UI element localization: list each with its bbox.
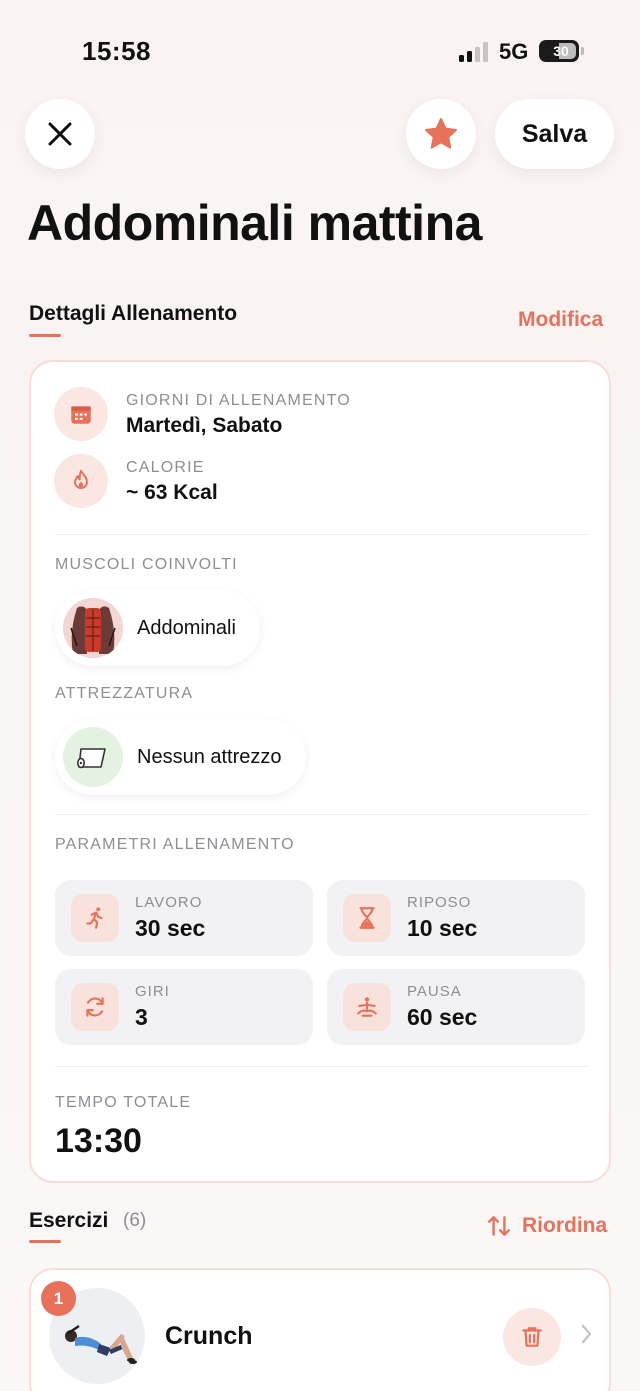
details-section-title: Dettagli Allenamento xyxy=(29,302,238,325)
rounds-caption: GIRI xyxy=(135,983,170,1000)
chevron-right-icon xyxy=(581,1324,592,1344)
favorite-button[interactable] xyxy=(406,99,476,169)
exercises-count: (6) xyxy=(123,1210,147,1231)
divider xyxy=(55,814,587,815)
muscle-chip-label: Addominali xyxy=(137,616,236,639)
exercise-index-badge: 1 xyxy=(41,1281,76,1316)
save-button[interactable]: Salva xyxy=(495,99,614,169)
abs-muscle-image xyxy=(63,598,123,658)
signal-icon xyxy=(459,42,488,62)
battery-tip xyxy=(581,47,584,55)
muscle-chip-abs[interactable]: Addominali xyxy=(55,590,260,666)
details-section-underline xyxy=(29,334,61,337)
equipment-chip-label: Nessun attrezzo xyxy=(137,745,282,768)
hourglass-icon xyxy=(343,894,391,942)
pause-value: 60 sec xyxy=(407,1004,478,1030)
equipment-caption: ATTREZZATURA xyxy=(55,685,194,702)
status-time: 15:58 xyxy=(82,36,151,66)
param-rest: RIPOSO 10 sec xyxy=(327,880,585,956)
divider xyxy=(55,534,587,535)
rest-value: 10 sec xyxy=(407,915,478,941)
exercises-section-title: Esercizi xyxy=(29,1209,109,1232)
divider xyxy=(55,1066,587,1067)
calendar-icon xyxy=(71,406,91,424)
rest-caption: RIPOSO xyxy=(407,894,472,911)
trash-icon xyxy=(522,1327,542,1347)
training-days-value: Martedì, Sabato xyxy=(126,414,283,437)
close-icon xyxy=(48,122,72,146)
calories-caption: CALORIE xyxy=(126,459,205,476)
exercises-section-underline xyxy=(29,1240,61,1243)
rounds-value: 3 xyxy=(135,1004,148,1030)
star-icon xyxy=(425,118,457,149)
total-time-value: 13:30 xyxy=(55,1122,142,1160)
parameters-caption: PARAMETRI ALLENAMENTO xyxy=(55,836,295,853)
pause-caption: PAUSA xyxy=(407,983,462,1000)
muscles-caption: MUSCOLI COINVOLTI xyxy=(55,556,238,573)
edit-link[interactable]: Modifica xyxy=(518,308,603,332)
param-pause: PAUSA 60 sec xyxy=(327,969,585,1045)
training-days-caption: GIORNI DI ALLENAMENTO xyxy=(126,392,351,409)
flame-icon xyxy=(74,469,88,490)
exercise-item[interactable]: Crunch xyxy=(29,1268,611,1391)
delete-exercise-button[interactable] xyxy=(503,1308,561,1366)
meditation-icon xyxy=(343,983,391,1031)
page-title: Addominali mattina xyxy=(27,195,482,251)
battery-level: 30 xyxy=(553,43,569,59)
reorder-label: Riordina xyxy=(522,1214,608,1237)
param-work: LAVORO 30 sec xyxy=(55,880,313,956)
yoga-mat-icon xyxy=(63,727,123,787)
reorder-button[interactable]: Riordina xyxy=(486,1213,607,1239)
status-bar: 15:58 5G 30 xyxy=(0,0,640,100)
close-button[interactable] xyxy=(25,99,95,169)
running-icon xyxy=(71,894,119,942)
work-value: 30 sec xyxy=(135,915,206,941)
exercise-name: Crunch xyxy=(165,1322,253,1350)
calories-icon-wrap xyxy=(54,454,108,508)
details-card: GIORNI DI ALLENAMENTO Martedì, Sabato CA… xyxy=(29,360,611,1183)
repeat-icon xyxy=(71,983,119,1031)
network-type: 5G xyxy=(499,39,529,64)
equipment-chip-none[interactable]: Nessun attrezzo xyxy=(55,719,306,795)
battery-icon: 30 xyxy=(539,40,579,62)
param-rounds: GIRI 3 xyxy=(55,969,313,1045)
calories-value: ~ 63 Kcal xyxy=(126,481,218,504)
total-time-caption: TEMPO TOTALE xyxy=(55,1094,192,1111)
sort-arrows-icon xyxy=(488,1216,510,1236)
training-days-icon-wrap xyxy=(54,387,108,441)
work-caption: LAVORO xyxy=(135,894,203,911)
